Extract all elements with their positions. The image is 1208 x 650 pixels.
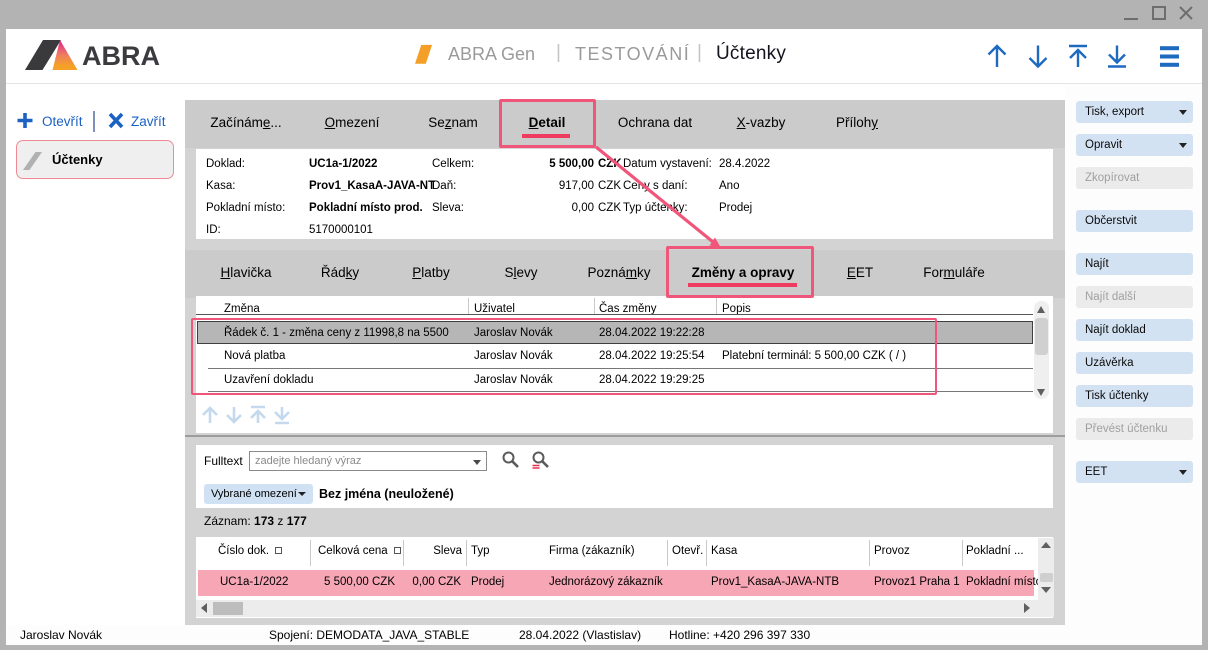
- svg-text:ABRA: ABRA: [82, 41, 160, 71]
